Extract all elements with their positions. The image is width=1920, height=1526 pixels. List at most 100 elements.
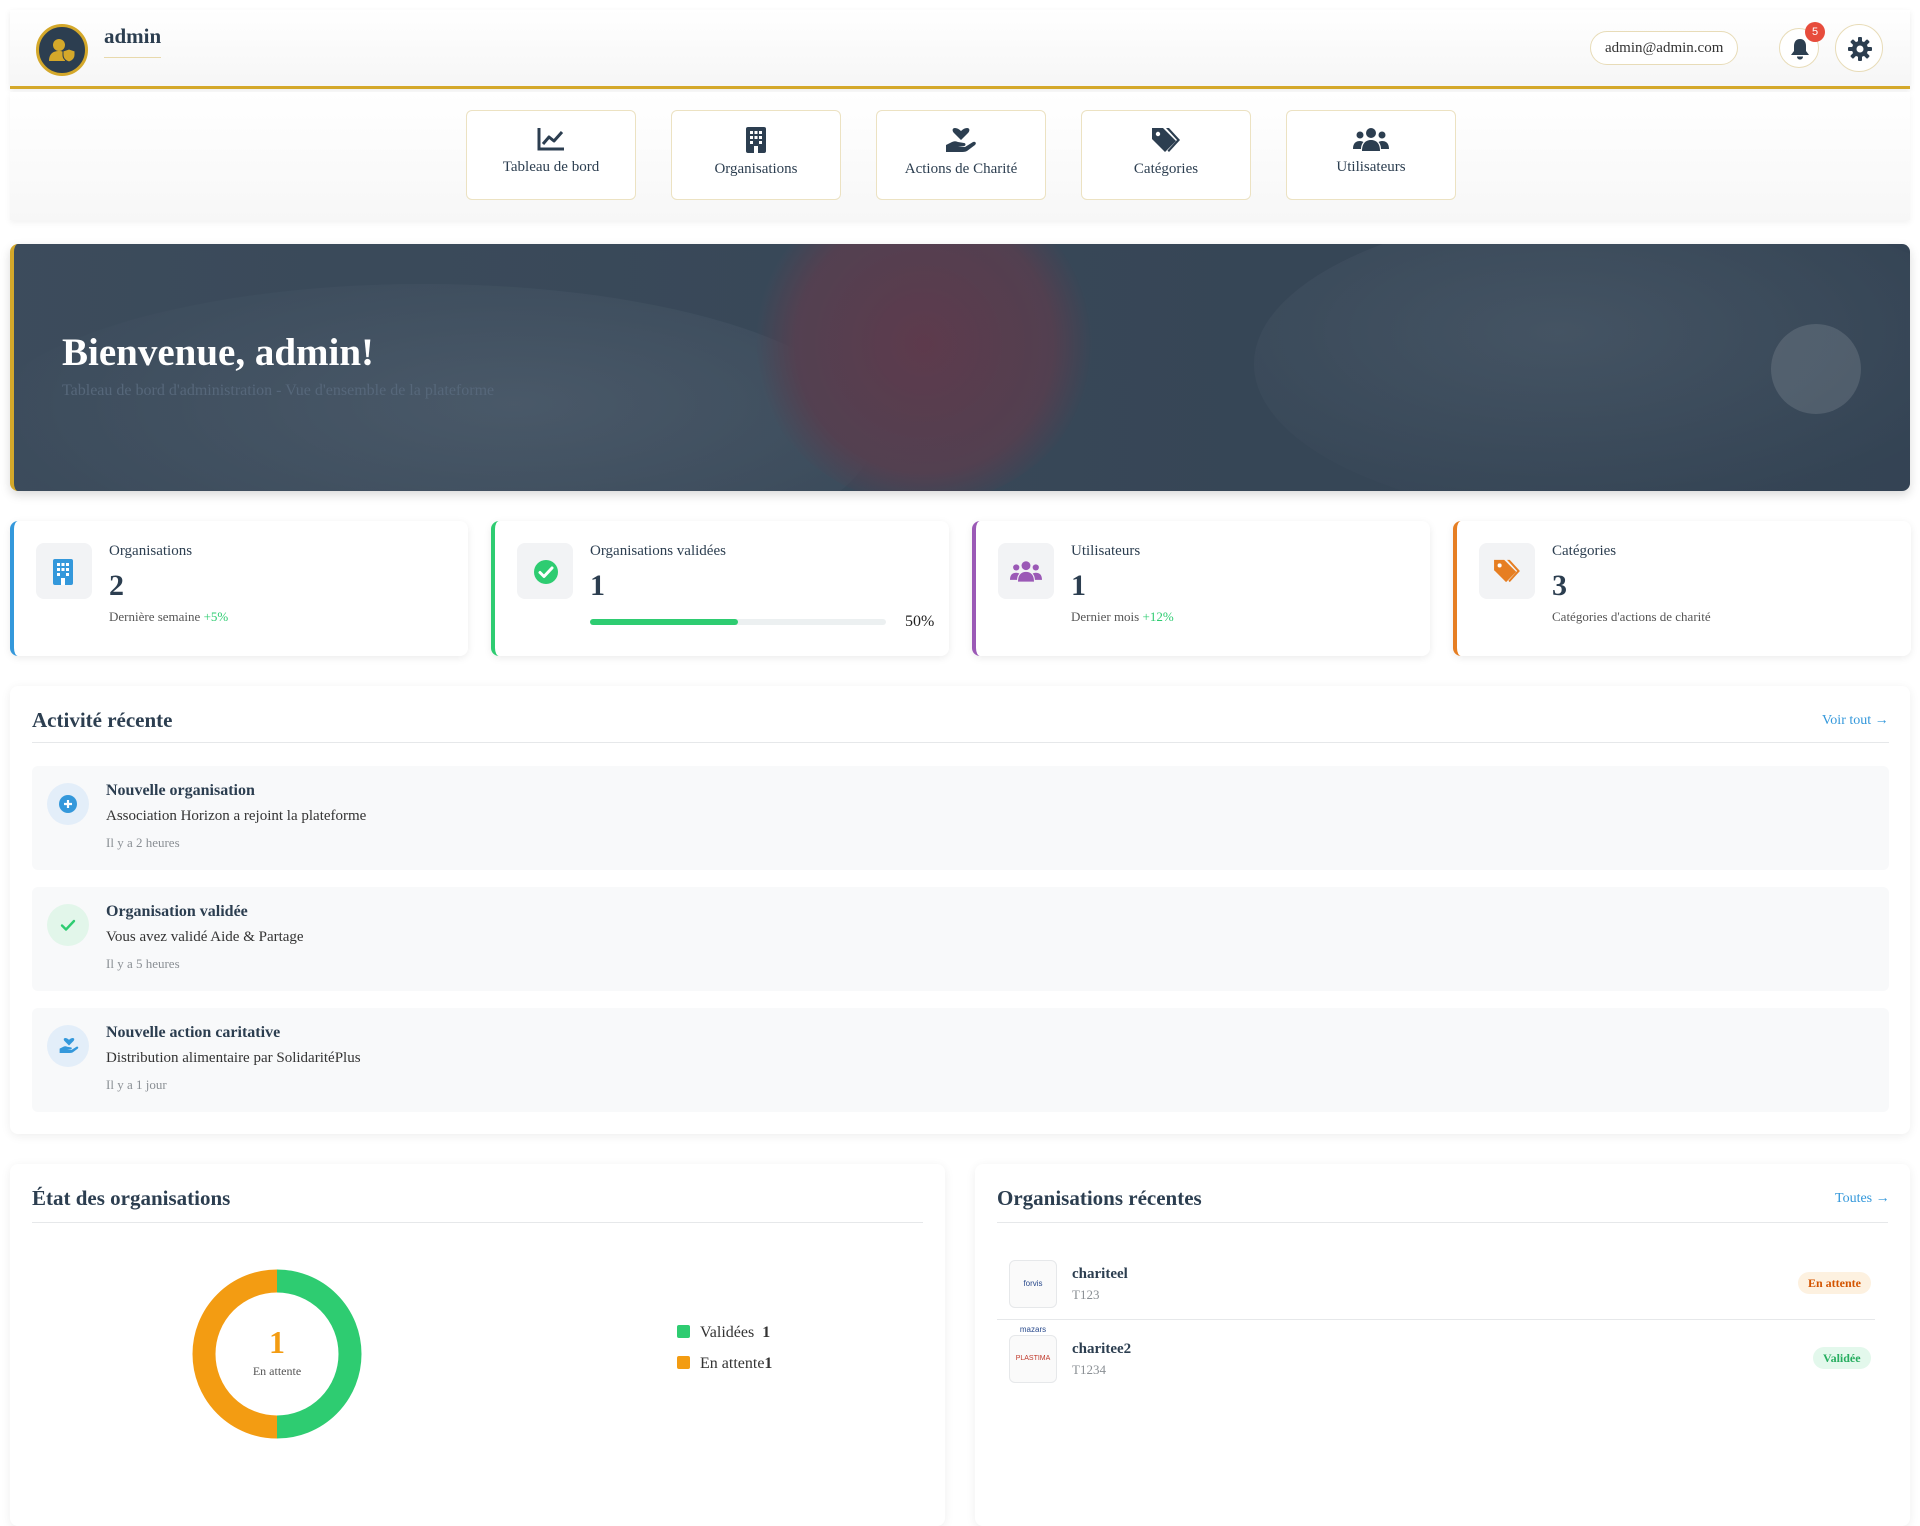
see-all-orgs-link[interactable]: Toutes →: [1835, 1191, 1890, 1207]
stat-trend: +12%: [1142, 609, 1174, 624]
tags-icon: [1152, 128, 1180, 152]
arrow-right-icon: →: [1875, 1191, 1890, 1206]
nav-organisations[interactable]: Organisations: [671, 110, 841, 200]
activity-time: Il y a 1 jour: [106, 1077, 167, 1092]
legend-value: 1: [764, 1355, 773, 1372]
nav-label: Actions de Charité: [904, 161, 1018, 177]
stat-label: Utilisateurs: [1071, 543, 1141, 559]
activity-title: Nouvelle action caritative: [106, 1024, 281, 1041]
activity-item[interactable]: Nouvelle action caritative Distribution …: [32, 1008, 1889, 1112]
bell-icon: [1791, 39, 1809, 60]
stat-trend: +5%: [203, 609, 229, 624]
chart-line-icon: [537, 128, 564, 151]
progress-percent: 50%: [905, 613, 935, 630]
donut-center-label: En attente: [252, 1364, 302, 1378]
stat-value: 1: [1071, 569, 1086, 602]
hero-decorative-circle: [1771, 324, 1861, 414]
activity-title: Organisation validée: [106, 903, 248, 920]
user-shield-icon: [49, 39, 76, 63]
nav-label: Tableau de bord: [502, 159, 600, 175]
check-icon: [60, 919, 76, 931]
building-icon: [746, 127, 766, 153]
plus-circle-icon: [59, 795, 77, 813]
stat-card-utilisateurs[interactable]: Utilisateurs 1 Dernier mois +12%: [972, 521, 1430, 656]
welcome-subtitle: Tableau de bord d'administration - Vue d…: [62, 382, 495, 399]
activity-icon-circle: [47, 904, 89, 946]
activity-time: Il y a 2 heures: [106, 835, 180, 850]
stat-icon-box: [1479, 543, 1535, 599]
org-row[interactable]: PLASTIMA charitee2 T1234 Validée: [997, 1321, 1875, 1395]
legend-value: 1: [762, 1324, 771, 1341]
stat-footnote: Dernière semaine +5%: [109, 609, 228, 625]
legend-item-en-attente: En attente1: [677, 1355, 772, 1373]
nav-categories[interactable]: Catégories: [1081, 110, 1251, 200]
activity-icon-circle: [47, 1025, 89, 1067]
status-badge: En attente: [1798, 1272, 1871, 1294]
nav-label: Organisations: [714, 161, 798, 177]
org-status-panel: État des organisations 1 En attente Vali…: [10, 1164, 945, 1526]
stat-value: 3: [1552, 569, 1567, 602]
nav-tableau-de-bord[interactable]: Tableau de bord: [466, 110, 636, 200]
nav-label: Utilisateurs: [1336, 159, 1406, 175]
nav-label: Catégories: [1133, 161, 1199, 177]
stat-label: Organisations: [109, 543, 193, 559]
stat-footnote: Dernier mois +12%: [1071, 609, 1174, 625]
check-circle-icon: [534, 560, 558, 584]
org-row[interactable]: forvis mazars chariteel T123 En attente: [997, 1246, 1875, 1334]
legend-swatch: [677, 1356, 690, 1369]
activity-description: Vous avez validé Aide & Partage: [106, 929, 304, 945]
tags-icon: [1494, 559, 1520, 583]
stat-card-organisations[interactable]: Organisations 2 Dernière semaine +5%: [10, 521, 468, 656]
progress-fill: [590, 619, 738, 625]
stat-icon-box: [517, 543, 573, 599]
legend-label: Validées: [700, 1324, 755, 1341]
org-code: T123: [1072, 1287, 1100, 1302]
stat-card-categories[interactable]: Catégories 3 Catégories d'actions de cha…: [1453, 521, 1911, 656]
stat-value: 1: [590, 569, 605, 602]
panel-divider: [32, 1222, 923, 1223]
main-nav: Tableau de bord Organisations Actions de…: [10, 92, 1910, 220]
org-code: T1234: [1072, 1362, 1106, 1377]
legend-label: En attente: [700, 1355, 765, 1372]
activity-icon-circle: [47, 783, 89, 825]
see-all-activity-link[interactable]: Voir tout →: [1822, 713, 1889, 729]
activity-item[interactable]: Nouvelle organisation Association Horizo…: [32, 766, 1889, 870]
activity-description: Distribution alimentaire par SolidaritéP…: [106, 1050, 361, 1066]
stat-foot-text: Dernière semaine: [109, 609, 201, 624]
validation-progress-bar: [590, 619, 886, 625]
panel-divider: [997, 1222, 1888, 1223]
admin-avatar[interactable]: [36, 24, 88, 76]
activity-item[interactable]: Organisation validée Vous avez validé Ai…: [32, 887, 1889, 991]
org-logo: forvis mazars: [1009, 1260, 1057, 1334]
user-email-pill[interactable]: admin@admin.com: [1590, 31, 1739, 65]
recent-activity-panel: Activité récente Voir tout → Nouvelle or…: [10, 686, 1910, 1134]
nav-utilisateurs[interactable]: Utilisateurs: [1286, 110, 1456, 200]
panel-divider: [32, 742, 1889, 743]
admin-username: admin: [104, 24, 162, 58]
stat-icon-box: [36, 543, 92, 599]
gear-icon: [1848, 37, 1872, 61]
status-badge: Validée: [1813, 1347, 1871, 1369]
activity-description: Association Horizon a rejoint la platefo…: [106, 808, 367, 824]
nav-actions-de-charite[interactable]: Actions de Charité: [876, 110, 1046, 200]
recent-orgs-panel: Organisations récentes Toutes → forvis m…: [975, 1164, 1910, 1526]
stat-foot-text: Dernier mois: [1071, 609, 1140, 624]
stat-card-organisations-validees[interactable]: Organisations validées 1 50%: [491, 521, 949, 656]
top-header: admin admin@admin.com 5: [10, 10, 1910, 89]
stat-label: Organisations validées: [590, 543, 726, 559]
stat-label: Catégories: [1552, 543, 1617, 559]
welcome-title: Bienvenue, admin!: [62, 331, 375, 374]
hand-heart-icon: [59, 1038, 79, 1053]
legend-swatch: [677, 1325, 690, 1338]
activity-time: Il y a 5 heures: [106, 956, 180, 971]
link-label: Toutes: [1835, 1191, 1873, 1206]
activity-title: Nouvelle organisation: [106, 782, 255, 799]
donut-center-value: 1: [269, 1324, 285, 1360]
settings-button[interactable]: [1835, 24, 1883, 72]
stat-icon-box: [998, 543, 1054, 599]
org-logo: PLASTIMA: [1009, 1335, 1057, 1383]
legend-item-validees: Validées 1: [677, 1324, 770, 1342]
users-icon: [1353, 128, 1389, 151]
activity-title: Activité récente: [32, 708, 173, 732]
stat-footnote: Catégories d'actions de charité: [1552, 609, 1711, 624]
